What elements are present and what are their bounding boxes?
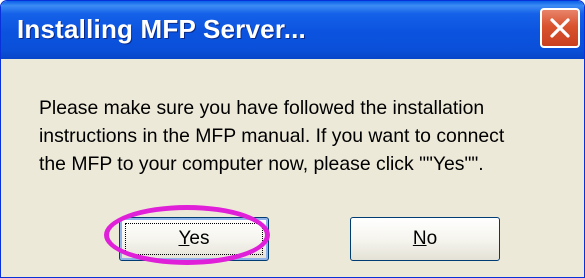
focus-rectangle — [125, 223, 263, 255]
dialog-window: Installing MFP Server... Please make sur… — [0, 0, 585, 278]
title-bar[interactable]: Installing MFP Server... — [1, 1, 584, 59]
dialog-message: Please make sure you have followed the i… — [39, 94, 569, 178]
close-icon — [550, 18, 570, 38]
message-line: instructions in the MFP manual. If you w… — [39, 125, 505, 147]
no-button-mnemonic: N — [412, 228, 427, 249]
no-button[interactable]: No — [350, 217, 500, 261]
message-line: the MFP to your computer now, please cli… — [39, 153, 484, 175]
no-button-label: o — [426, 228, 438, 249]
yes-button[interactable]: Yes — [119, 217, 269, 261]
close-button[interactable] — [540, 8, 580, 48]
dialog-title: Installing MFP Server... — [17, 14, 306, 44]
message-line: Please make sure you have followed the i… — [39, 97, 485, 119]
